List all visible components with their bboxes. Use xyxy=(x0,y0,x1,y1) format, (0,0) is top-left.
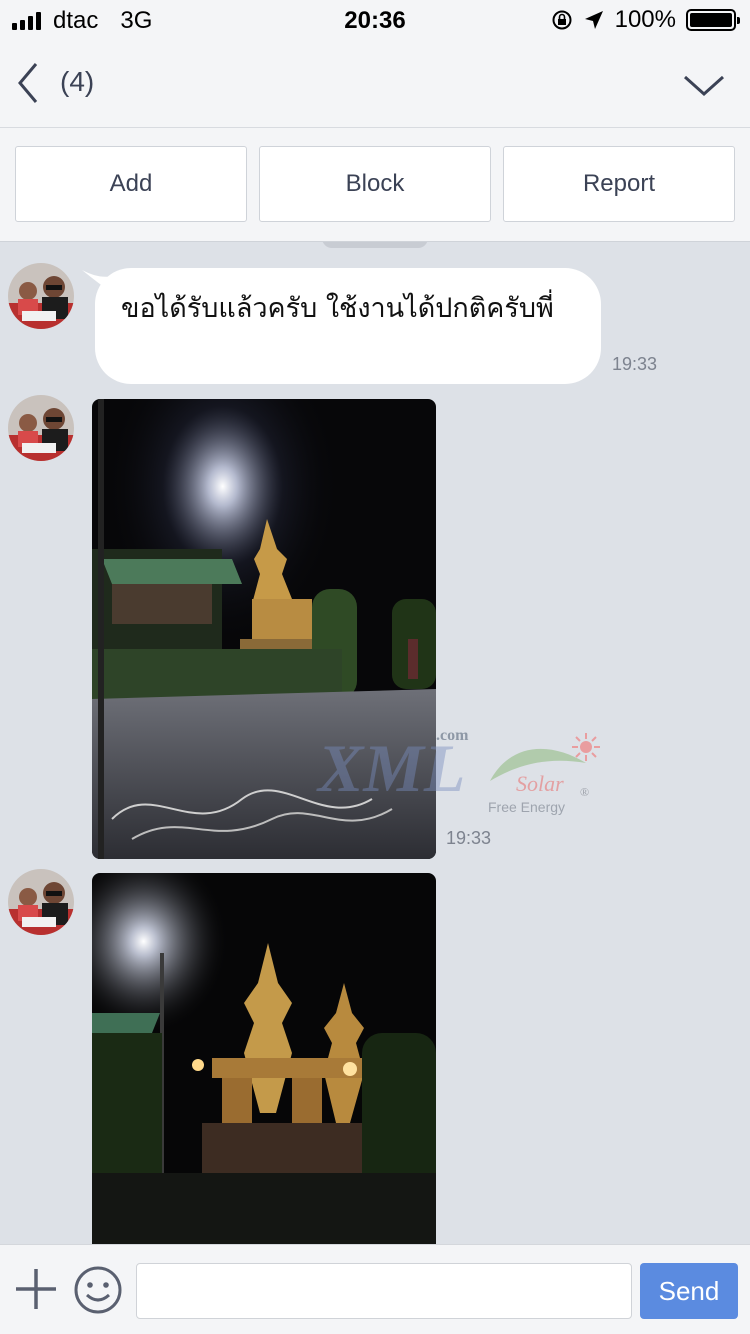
message-timestamp: 19:33 xyxy=(612,354,658,374)
message-input[interactable] xyxy=(136,1263,632,1319)
battery-icon xyxy=(686,9,740,31)
chat-title: (4) xyxy=(60,66,95,97)
watermark-brand: XML xyxy=(318,730,466,806)
action-bar: Add Block Report xyxy=(0,128,750,242)
sender-avatar[interactable] xyxy=(8,395,74,461)
message-input-bar: Send xyxy=(0,1244,750,1334)
location-arrow-icon xyxy=(584,11,603,29)
rotation-lock-icon xyxy=(552,10,572,30)
watermark-registered: ® xyxy=(580,785,590,799)
chevron-down-icon[interactable] xyxy=(682,70,726,100)
plus-icon[interactable] xyxy=(14,1267,58,1311)
battery-percent: 100% xyxy=(614,6,676,33)
watermark-tagline: Free Energy xyxy=(488,799,566,815)
report-button[interactable]: Report xyxy=(503,146,735,222)
watermark-logo: .com XML Solar ® Free Energy xyxy=(318,727,608,837)
add-button[interactable]: Add xyxy=(15,146,247,222)
sender-avatar[interactable] xyxy=(8,869,74,935)
block-button[interactable]: Block xyxy=(259,146,491,222)
watermark-solar: Solar xyxy=(516,771,564,796)
send-button[interactable]: Send xyxy=(640,1263,738,1319)
emoji-icon[interactable] xyxy=(73,1265,123,1315)
chat-area[interactable]: ขอได้รับแล้วครับ ใช้งานได้ปกติครับพี่ 19… xyxy=(0,242,750,1244)
spirit-house-photo xyxy=(92,873,436,1244)
back-chevron-icon[interactable] xyxy=(12,60,48,106)
chat-header: (4) xyxy=(0,40,750,128)
message-bubble[interactable]: ขอได้รับแล้วครับ ใช้งานได้ปกติครับพี่ xyxy=(95,268,601,384)
sender-avatar[interactable] xyxy=(8,263,74,329)
status-bar: dtac 3G 20:36 100% xyxy=(0,0,750,40)
scroll-pill xyxy=(322,242,428,248)
photo-message[interactable] xyxy=(92,873,436,1244)
